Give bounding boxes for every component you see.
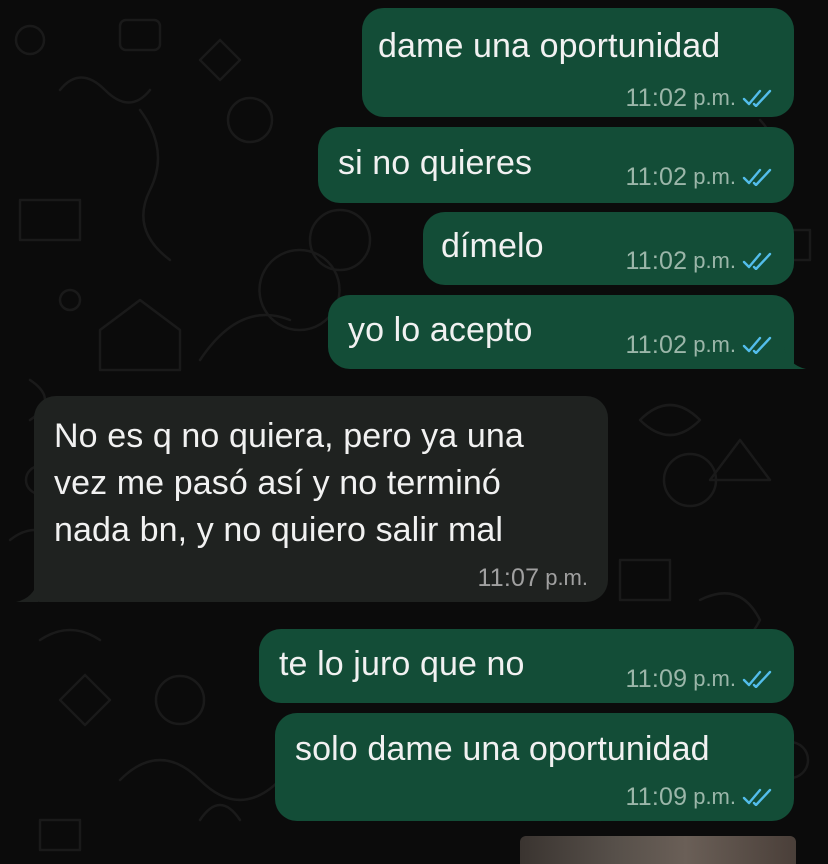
- double-check-icon: [742, 252, 772, 270]
- double-check-icon: [742, 89, 772, 107]
- message-text-line: vez me pasó así y no terminó: [54, 464, 501, 502]
- message-text: dímelo: [441, 227, 544, 265]
- message-meta: 11:09 p.m.: [625, 665, 772, 693]
- image-message-thumbnail[interactable]: [520, 836, 796, 864]
- message-bubble-incoming[interactable]: No es q no quiera, pero ya una vez me pa…: [34, 396, 608, 602]
- double-check-icon: [742, 168, 772, 186]
- message-meta: 11:09 p.m.: [625, 783, 772, 811]
- message-bubble-outgoing[interactable]: dímelo 11:02 p.m.: [423, 212, 794, 285]
- bubble-tail-incoming: [16, 580, 38, 602]
- message-time: 11:02: [625, 247, 688, 275]
- message-ampm: p.m.: [693, 85, 736, 110]
- double-check-icon: [742, 788, 772, 806]
- message-text: si no quieres: [338, 144, 533, 182]
- message-time: 11:02: [625, 331, 688, 359]
- message-ampm: p.m.: [693, 248, 736, 273]
- message-bubble-outgoing[interactable]: te lo juro que no 11:09 p.m.: [259, 629, 794, 703]
- message-ampm: p.m.: [693, 332, 736, 357]
- message-time: 11:02: [625, 84, 688, 112]
- message-meta: 11:02 p.m.: [625, 84, 772, 112]
- bubble-tail-outgoing: [784, 347, 806, 369]
- double-check-icon: [742, 670, 772, 688]
- double-check-icon: [742, 336, 772, 354]
- message-text: te lo juro que no: [279, 645, 525, 683]
- message-ampm: p.m.: [693, 164, 736, 189]
- message-ampm: p.m.: [693, 666, 736, 691]
- message-bubble-outgoing[interactable]: yo lo acepto 11:02 p.m.: [328, 295, 794, 369]
- message-text-line: nada bn, y no quiero salir mal: [54, 511, 504, 549]
- message-ampm: p.m.: [545, 565, 588, 590]
- message-text-line: No es q no quiera, pero ya una: [54, 417, 524, 455]
- message-meta: 11:07 p.m.: [477, 564, 588, 592]
- message-text: yo lo acepto: [348, 311, 533, 349]
- message-text: dame una oportunidad: [378, 27, 721, 65]
- message-ampm: p.m.: [693, 784, 736, 809]
- message-meta: 11:02 p.m.: [625, 331, 772, 359]
- message-text: solo dame una oportunidad: [295, 730, 710, 768]
- message-time: 11:02: [625, 163, 688, 191]
- message-bubble-outgoing[interactable]: solo dame una oportunidad 11:09 p.m.: [275, 713, 794, 821]
- message-meta: 11:02 p.m.: [625, 163, 772, 191]
- message-time: 11:07: [477, 564, 540, 592]
- message-meta: 11:02 p.m.: [625, 247, 772, 275]
- message-bubble-outgoing[interactable]: dame una oportunidad 11:02 p.m.: [362, 8, 794, 117]
- message-time: 11:09: [625, 783, 688, 811]
- message-bubble-outgoing[interactable]: si no quieres 11:02 p.m.: [318, 127, 794, 203]
- message-time: 11:09: [625, 665, 688, 693]
